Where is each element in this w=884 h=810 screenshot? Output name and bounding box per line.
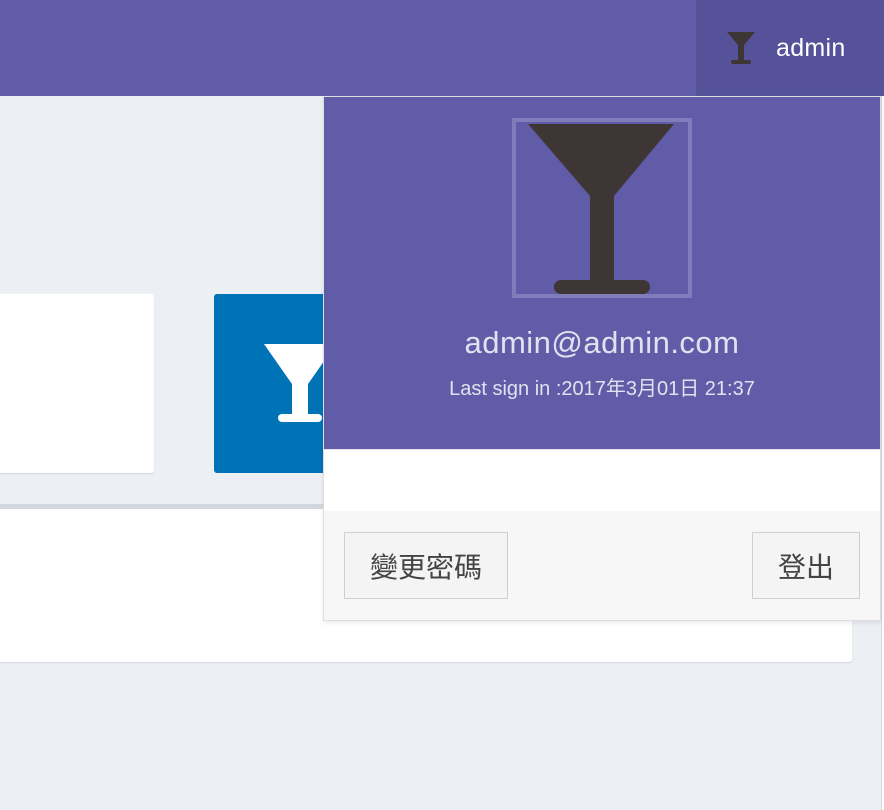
top-navbar: admin xyxy=(0,0,884,96)
cocktail-glass-icon xyxy=(528,124,674,294)
user-dropdown-menu: admin@admin.com Last sign in :2017年3月01日… xyxy=(323,96,881,621)
user-menu-toggle[interactable]: admin xyxy=(696,0,884,96)
last-sign-in: Last sign in :2017年3月01日 21:37 xyxy=(449,378,755,400)
user-avatar xyxy=(512,118,692,298)
nav-user-name: admin xyxy=(776,33,846,62)
user-footer: 變更密碼 登出 xyxy=(324,511,880,620)
logout-button[interactable]: 登出 xyxy=(752,532,860,599)
change-password-button[interactable]: 變更密碼 xyxy=(344,532,508,599)
user-body xyxy=(324,449,880,511)
user-email: admin@admin.com xyxy=(464,325,740,360)
cocktail-glass-icon xyxy=(727,32,755,64)
user-header: admin@admin.com Last sign in :2017年3月01日… xyxy=(324,97,880,449)
info-box xyxy=(0,294,154,473)
